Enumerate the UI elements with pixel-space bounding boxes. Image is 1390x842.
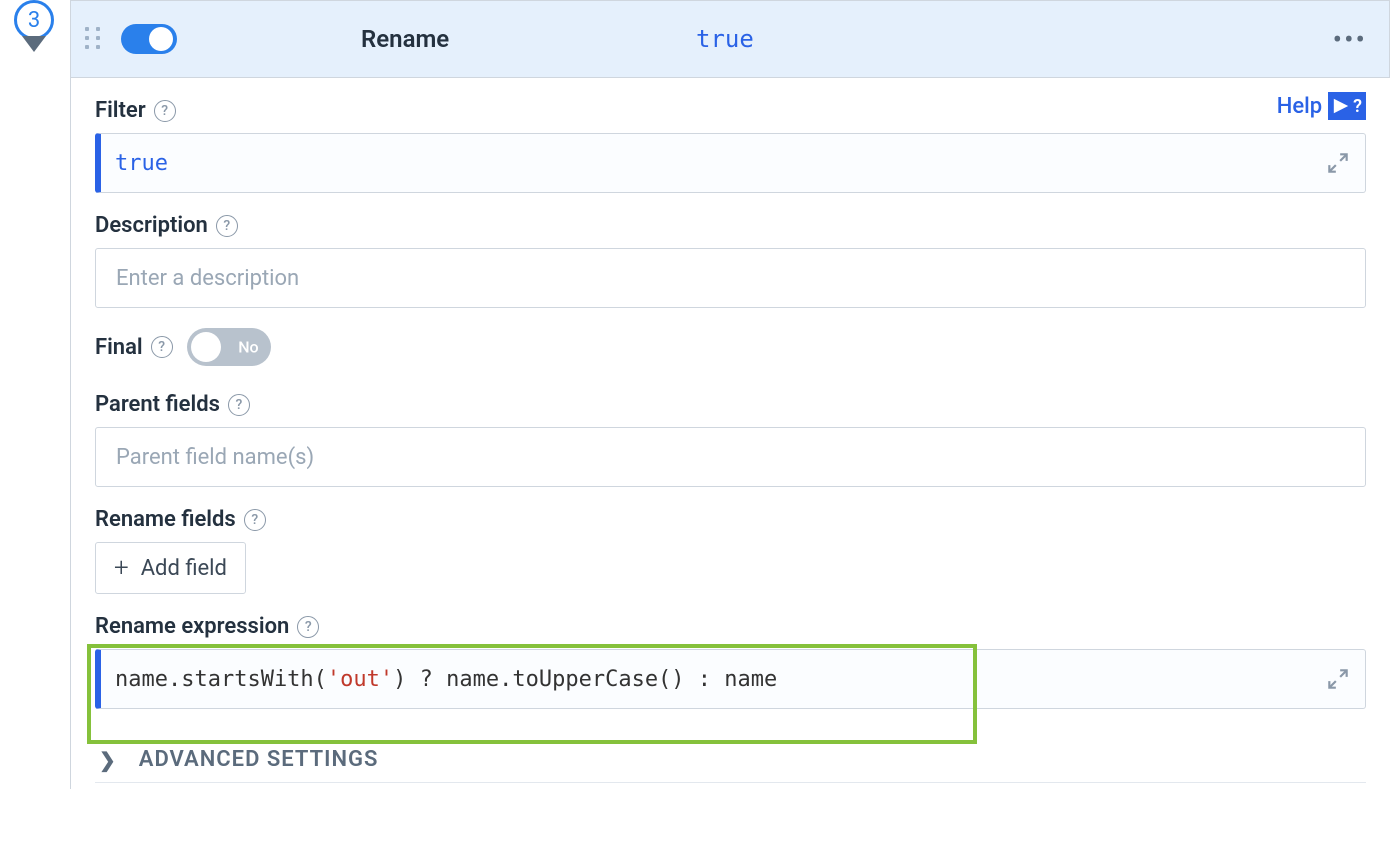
description-label: Description [95, 213, 208, 238]
header-value: true [696, 25, 754, 53]
popout-icon[interactable] [1325, 666, 1351, 692]
step-marker[interactable]: 3 [14, 0, 54, 40]
step-number: 3 [28, 8, 40, 33]
add-field-label: Add field [141, 556, 227, 581]
chevron-right-icon: ❯ [99, 748, 117, 772]
advanced-settings-label: ADVANCED SETTINGS [139, 747, 379, 772]
help-video-icon: ? [1328, 92, 1366, 120]
description-placeholder: Enter a description [116, 266, 299, 291]
help-icon[interactable]: ? [154, 100, 176, 122]
rename-fields-label: Rename fields [95, 507, 236, 532]
parent-fields-label: Parent fields [95, 392, 220, 417]
expr-code: name.startsWith('out') ? name.toUpperCas… [115, 667, 777, 692]
parent-fields-input[interactable]: Parent field name(s) [95, 427, 1366, 487]
filter-input[interactable]: true [95, 133, 1366, 193]
help-icon[interactable]: ? [216, 215, 238, 237]
plus-icon: + [114, 553, 129, 583]
parent-fields-placeholder: Parent field name(s) [116, 445, 314, 470]
enable-toggle[interactable] [121, 24, 177, 54]
add-field-button[interactable]: + Add field [95, 542, 246, 594]
rename-expression-input[interactable]: name.startsWith('out') ? name.toUpperCas… [95, 649, 1366, 709]
popout-icon[interactable] [1325, 150, 1351, 176]
card-header[interactable]: Rename true ••• [71, 0, 1390, 78]
help-link[interactable]: Help ? [1277, 92, 1366, 120]
description-input[interactable]: Enter a description [95, 248, 1366, 308]
filter-value: true [115, 151, 168, 176]
help-link-label: Help [1277, 94, 1322, 119]
help-icon[interactable]: ? [297, 616, 319, 638]
drag-handle-icon[interactable] [85, 27, 103, 51]
final-label: Final [95, 335, 143, 360]
more-menu-icon[interactable]: ••• [1333, 23, 1367, 56]
rename-expression-label: Rename expression [95, 614, 289, 639]
rule-card: Rename true ••• Help ? Filter ? true [70, 0, 1390, 789]
advanced-settings-toggle[interactable]: ❯ ADVANCED SETTINGS [95, 729, 1366, 783]
help-icon[interactable]: ? [228, 394, 250, 416]
filter-label: Filter [95, 98, 146, 123]
help-icon[interactable]: ? [151, 336, 173, 358]
help-icon[interactable]: ? [244, 509, 266, 531]
step-gutter: 3 [0, 0, 70, 789]
final-toggle[interactable]: No [187, 328, 271, 366]
final-toggle-label: No [238, 338, 258, 357]
header-title: Rename [361, 25, 449, 53]
